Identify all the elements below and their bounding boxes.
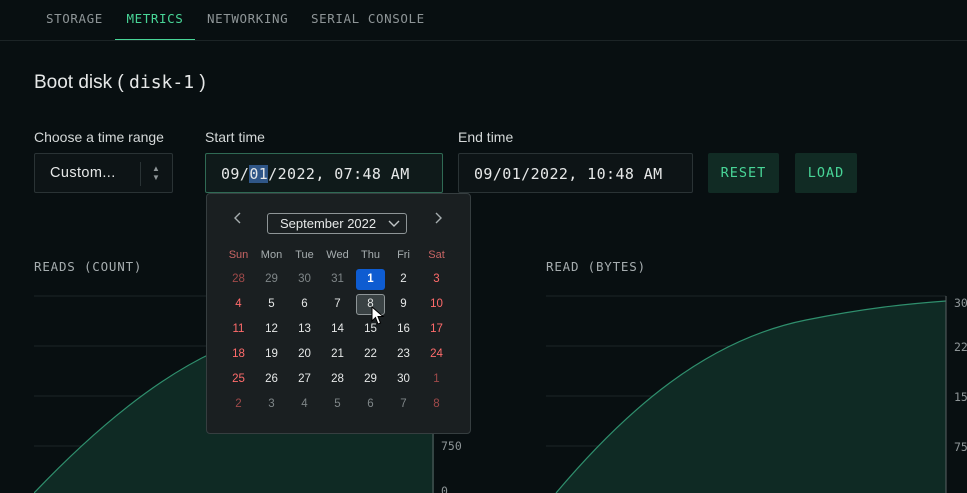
title-suffix: ) bbox=[194, 72, 206, 93]
chevron-right-icon[interactable] bbox=[428, 208, 448, 228]
weekday-header: Sun bbox=[228, 249, 249, 261]
select-divider bbox=[140, 162, 141, 186]
time-range-value: Custom... bbox=[50, 165, 116, 181]
y-tick-label: 0 bbox=[441, 484, 448, 493]
calendar-day[interactable]: 23 bbox=[389, 344, 418, 365]
month-select[interactable]: September 2022 bbox=[267, 213, 407, 234]
calendar-day[interactable]: 22 bbox=[356, 344, 385, 365]
start-day-segment[interactable]: 01 bbox=[249, 165, 269, 183]
tab-bar: STORAGE METRICS NETWORKING SERIAL CONSOL… bbox=[0, 0, 967, 41]
load-button[interactable]: LOAD bbox=[795, 153, 857, 193]
end-time-input[interactable]: 09/01/2022, 10:48 AM bbox=[458, 153, 693, 193]
calendar-day[interactable]: 11 bbox=[224, 319, 253, 340]
tab-storage[interactable]: STORAGE bbox=[46, 0, 103, 39]
calendar-day[interactable]: 1 bbox=[422, 369, 451, 390]
disk-name: disk-1 bbox=[129, 72, 195, 93]
calendar-day[interactable]: 28 bbox=[323, 369, 352, 390]
calendar-day[interactable]: 19 bbox=[257, 344, 286, 365]
y-tick-label: 15 bbox=[954, 390, 967, 404]
select-arrows-icon: ▲ ▼ bbox=[152, 164, 160, 182]
calendar-day[interactable]: 18 bbox=[224, 344, 253, 365]
start-rest[interactable]: 2022, 07:48 AM bbox=[278, 165, 410, 183]
weekday-header: Wed bbox=[326, 249, 349, 261]
page-title: Boot disk ( disk-1 ) bbox=[34, 72, 206, 94]
tab-networking[interactable]: NETWORKING bbox=[207, 0, 288, 39]
calendar-day[interactable]: 8 bbox=[422, 394, 451, 415]
calendar-day[interactable]: 14 bbox=[323, 319, 352, 340]
calendar-day[interactable]: 4 bbox=[290, 394, 319, 415]
tab-serial-console[interactable]: SERIAL CONSOLE bbox=[311, 0, 425, 39]
start-sep: / bbox=[239, 165, 250, 183]
weekday-header: Fri bbox=[397, 249, 410, 261]
chevron-left-icon[interactable] bbox=[228, 208, 248, 228]
calendar-day[interactable]: 9 bbox=[389, 294, 418, 315]
weekday-header: Mon bbox=[260, 249, 283, 261]
calendar-day[interactable]: 30 bbox=[290, 269, 319, 290]
time-range-select[interactable]: Custom... ▲ ▼ bbox=[34, 153, 173, 193]
calendar-day[interactable]: 29 bbox=[356, 369, 385, 390]
y-tick-label: 75 bbox=[954, 440, 967, 454]
calendar-day[interactable]: 21 bbox=[323, 344, 352, 365]
start-month[interactable]: 09 bbox=[221, 165, 240, 183]
calendar-day[interactable]: 6 bbox=[356, 394, 385, 415]
calendar-day[interactable]: 3 bbox=[422, 269, 451, 290]
calendar-day[interactable]: 24 bbox=[422, 344, 451, 365]
start-time-input[interactable]: 09/01/2022, 07:48 AM bbox=[205, 153, 443, 193]
calendar-day[interactable]: 4 bbox=[224, 294, 253, 315]
calendar-day[interactable]: 3 bbox=[257, 394, 286, 415]
date-picker-popover: September 2022 Sun Mon Tue Wed Thu Fri Sat 28 2… bbox=[206, 193, 471, 434]
reset-button[interactable]: RESET bbox=[708, 153, 779, 193]
start-time-value: 09/01/2022, 07:48 AM bbox=[221, 165, 410, 183]
calendar-day[interactable]: 1 bbox=[356, 269, 385, 290]
calendar-day[interactable]: 27 bbox=[290, 369, 319, 390]
y-tick-label: 22 bbox=[954, 340, 967, 354]
weekday-header: Tue bbox=[295, 249, 314, 261]
calendar-day[interactable]: 7 bbox=[323, 294, 352, 315]
start-time-label: Start time bbox=[205, 129, 265, 145]
calendar-day[interactable]: 28 bbox=[224, 269, 253, 290]
read-bytes-label: READ (BYTES) bbox=[546, 259, 646, 274]
read-bytes-area bbox=[556, 301, 946, 493]
reads-area bbox=[34, 352, 214, 493]
calendar-day[interactable]: 2 bbox=[389, 269, 418, 290]
calendar-day[interactable]: 6 bbox=[290, 294, 319, 315]
calendar-day[interactable]: 12 bbox=[257, 319, 286, 340]
calendar-day[interactable]: 31 bbox=[323, 269, 352, 290]
title-prefix: Boot disk ( bbox=[34, 72, 130, 93]
month-label: September 2022 bbox=[280, 216, 377, 231]
end-time-value: 09/01/2022, 10:48 AM bbox=[474, 165, 663, 183]
reads-area-lower bbox=[206, 430, 434, 493]
calendar-day[interactable]: 16 bbox=[389, 319, 418, 340]
calendar-day[interactable]: 7 bbox=[389, 394, 418, 415]
read-bytes-chart: 30 22 15 75 bbox=[546, 295, 967, 493]
calendar-day[interactable]: 20 bbox=[290, 344, 319, 365]
end-time-label: End time bbox=[458, 129, 514, 145]
calendar-day[interactable]: 2 bbox=[224, 394, 253, 415]
calendar-day[interactable]: 26 bbox=[257, 369, 286, 390]
calendar-day[interactable]: 25 bbox=[224, 369, 253, 390]
calendar-day[interactable]: 30 bbox=[389, 369, 418, 390]
y-tick-label: 750 bbox=[441, 439, 462, 453]
calendar-day[interactable]: 5 bbox=[257, 294, 286, 315]
calendar-day[interactable]: 13 bbox=[290, 319, 319, 340]
calendar-day[interactable]: 17 bbox=[422, 319, 451, 340]
mouse-cursor-icon bbox=[371, 306, 385, 325]
calendar-day[interactable]: 10 bbox=[422, 294, 451, 315]
time-range-label: Choose a time range bbox=[34, 129, 164, 145]
start-sep: / bbox=[268, 165, 278, 183]
chevron-down-icon bbox=[388, 214, 400, 240]
y-tick-label: 30 bbox=[954, 296, 967, 310]
tab-metrics[interactable]: METRICS bbox=[115, 0, 195, 40]
reads-count-label: READS (COUNT) bbox=[34, 259, 143, 274]
calendar-day[interactable]: 5 bbox=[323, 394, 352, 415]
weekday-header: Thu bbox=[361, 249, 380, 261]
weekday-header: Sat bbox=[428, 249, 445, 261]
calendar-day[interactable]: 29 bbox=[257, 269, 286, 290]
